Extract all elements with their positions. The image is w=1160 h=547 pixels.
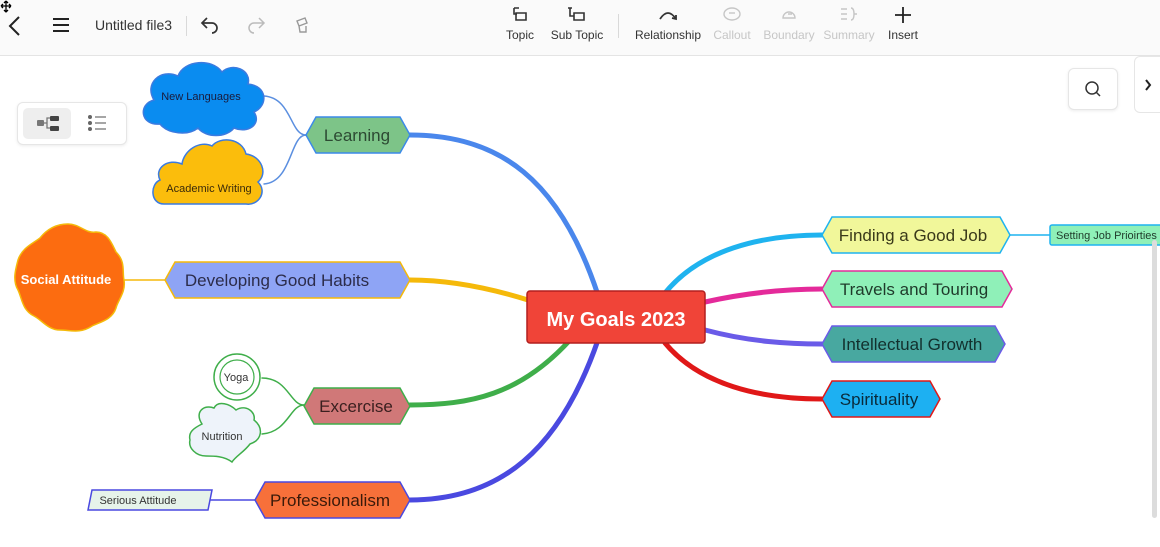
central-topic-label: My Goals 2023 xyxy=(547,309,686,331)
summary-icon xyxy=(841,7,857,21)
connector-academic-writing xyxy=(263,134,307,185)
topic-button[interactable]: Topic xyxy=(500,6,540,42)
subtopic-label: Sub Topic xyxy=(550,28,604,42)
topic-developing-good-habits[interactable]: Developing Good Habits xyxy=(164,261,411,299)
search-icon xyxy=(1085,81,1101,97)
view-toggle xyxy=(17,102,127,145)
back-icon[interactable] xyxy=(6,15,22,37)
vertical-scrollbar[interactable] xyxy=(1152,240,1157,518)
file-title[interactable]: Untitled file3 xyxy=(95,17,172,33)
format-painter-icon[interactable] xyxy=(294,15,310,35)
topic-good-job-label: Finding a Good Job xyxy=(839,226,987,245)
topic-spirituality-label: Spirituality xyxy=(840,390,919,409)
subtopic-job-priorities[interactable]: Setting Job Prioirties xyxy=(1049,224,1160,246)
subtopic-icon xyxy=(568,7,585,21)
callout-icon xyxy=(723,7,741,21)
subtopic-button[interactable]: Sub Topic xyxy=(545,6,609,42)
branch-intellectual xyxy=(702,327,825,347)
summary-label: Summary xyxy=(823,28,875,42)
subtopic-academic-writing-label: Academic Writing xyxy=(166,183,251,195)
topic-learning-label: Learning xyxy=(324,126,390,145)
branch-exercise xyxy=(407,337,573,408)
mindmap-view-button[interactable] xyxy=(23,108,71,139)
topic-habits-label: Developing Good Habits xyxy=(185,271,369,290)
boundary-label: Boundary xyxy=(763,28,815,42)
topic-exercise-label: Excercise xyxy=(319,397,393,416)
topic-intellectual-growth[interactable]: Intellectual Growth xyxy=(821,325,1006,363)
branch-professionalism xyxy=(407,337,601,503)
connector-new-languages xyxy=(263,95,307,136)
side-panel-toggle[interactable] xyxy=(1134,56,1160,113)
branch-good-job xyxy=(662,232,825,296)
toolbar-divider xyxy=(618,14,619,38)
plus-icon xyxy=(895,7,911,23)
subtopic-yoga-label: Yoga xyxy=(224,372,250,384)
subtopic-new-languages[interactable]: New Languages xyxy=(142,62,265,137)
insert-button[interactable]: Insert xyxy=(883,6,923,42)
insert-label: Insert xyxy=(887,28,918,42)
subtopic-job-priorities-label: Setting Job Prioirties xyxy=(1056,230,1157,242)
central-topic[interactable]: My Goals 2023 xyxy=(526,290,706,344)
relationship-button[interactable]: Relationship xyxy=(630,6,706,42)
topic-professionalism-label: Professionalism xyxy=(270,491,390,510)
redo-icon[interactable] xyxy=(246,16,266,34)
topic-icon xyxy=(513,7,527,21)
subtopic-nutrition[interactable]: Nutrition xyxy=(188,402,262,464)
subtopic-new-languages-label: New Languages xyxy=(161,91,241,103)
outline-view-button[interactable] xyxy=(73,108,121,139)
topic-label: Topic xyxy=(505,28,534,42)
toolbar-divider xyxy=(186,16,187,36)
branch-travels xyxy=(702,286,825,305)
boundary-button[interactable]: Boundary xyxy=(759,6,819,42)
subtopic-social-attitude[interactable]: Social Attitude xyxy=(14,223,126,332)
chevron-right-icon xyxy=(1145,79,1152,91)
subtopic-nutrition-label: Nutrition xyxy=(202,431,243,443)
undo-icon[interactable] xyxy=(200,16,220,34)
callout-button[interactable]: Callout xyxy=(710,6,754,42)
outline-view-icon xyxy=(88,115,106,131)
summary-button[interactable]: Summary xyxy=(821,6,877,42)
topic-learning[interactable]: Learning xyxy=(305,116,411,154)
branch-learning xyxy=(407,132,601,298)
callout-label: Callout xyxy=(713,28,751,42)
connector-yoga xyxy=(261,377,305,406)
subtopic-academic-writing[interactable]: Academic Writing xyxy=(152,139,264,205)
boundary-icon xyxy=(782,11,796,19)
mindmap-canvas[interactable]: My Goals 2023 Learning Developing Good H… xyxy=(0,56,1160,547)
subtopic-yoga[interactable]: Yoga xyxy=(213,353,261,401)
relationship-icon xyxy=(659,12,677,21)
toolbar: Untitled file3 Topic Sub Topic Relations… xyxy=(0,0,1160,56)
relationship-label: Relationship xyxy=(634,28,702,42)
topic-spirituality[interactable]: Spirituality xyxy=(821,380,941,418)
mindmap-view-icon xyxy=(37,116,59,131)
subtopic-social-attitude-label: Social Attitude xyxy=(21,272,112,287)
topic-finding-good-job[interactable]: Finding a Good Job xyxy=(821,216,1011,254)
subtopic-serious-attitude[interactable]: Serious Attitude xyxy=(87,489,213,511)
topic-travels-label: Travels and Touring xyxy=(840,280,988,299)
topic-intellectual-label: Intellectual Growth xyxy=(842,335,983,354)
search-button[interactable] xyxy=(1068,68,1118,110)
connector-nutrition xyxy=(261,404,305,435)
topic-travels-touring[interactable]: Travels and Touring xyxy=(821,270,1013,308)
subtopic-serious-attitude-label: Serious Attitude xyxy=(99,495,176,507)
branch-habits xyxy=(407,277,531,303)
topic-exercise[interactable]: Excercise xyxy=(303,387,411,425)
menu-icon[interactable] xyxy=(52,17,70,33)
topic-professionalism[interactable]: Professionalism xyxy=(254,481,411,519)
branch-spirituality xyxy=(662,340,825,402)
